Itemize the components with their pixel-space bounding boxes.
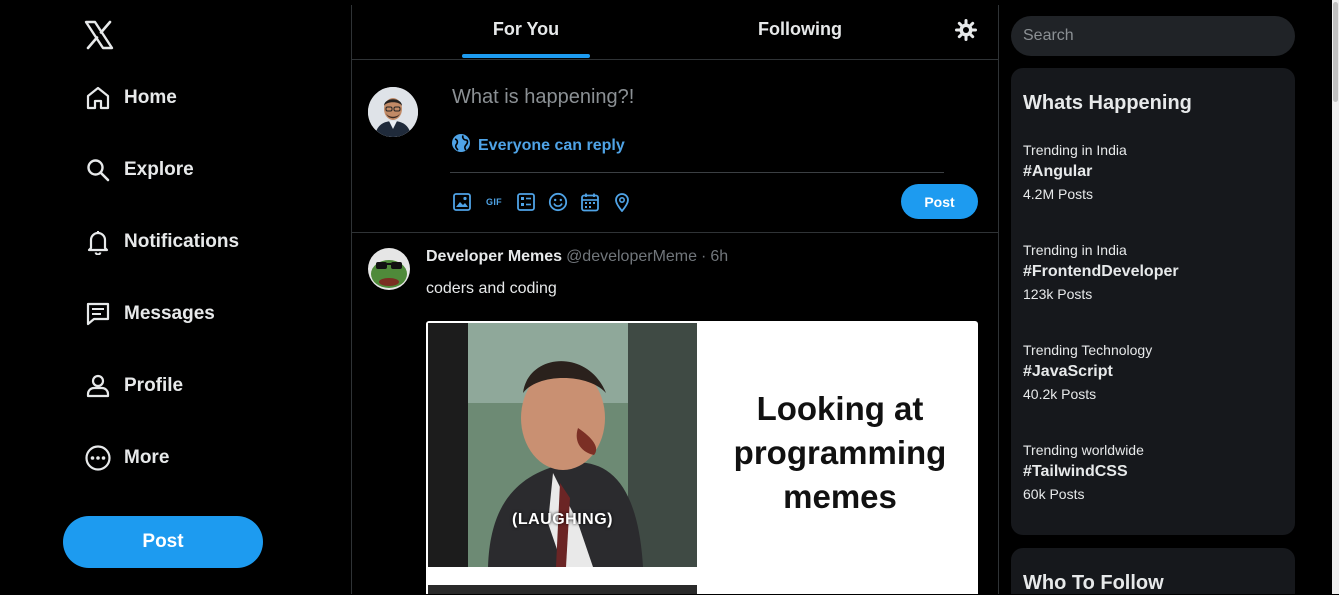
- main-feed: For You Following What is happening?! Ev…: [352, 0, 998, 594]
- sidebar-item-home[interactable]: Home: [84, 84, 177, 112]
- sidebar-item-profile[interactable]: Profile: [84, 372, 183, 400]
- sidebar-item-more[interactable]: More: [84, 444, 169, 472]
- x-logo-icon[interactable]: [84, 20, 114, 52]
- meme-overlay-text: (LAUGHING): [512, 511, 613, 528]
- compose-post-button[interactable]: Post: [901, 184, 978, 219]
- meme-photo: [428, 585, 697, 594]
- trend-context: Trending Technology: [1023, 342, 1153, 358]
- tab-following[interactable]: Following: [742, 0, 858, 58]
- divider: [352, 232, 998, 233]
- gear-icon[interactable]: [954, 18, 978, 42]
- tab-label: Following: [758, 18, 842, 39]
- image-icon[interactable]: [450, 190, 474, 214]
- trend-item[interactable]: Trending worldwide #TailwindCSS 60k Post…: [1023, 442, 1283, 502]
- tweet-avatar[interactable]: [368, 248, 410, 290]
- avatar[interactable]: [368, 87, 418, 137]
- tweet-timestamp[interactable]: 6h: [710, 248, 728, 265]
- scrollbar-thumb[interactable]: [1333, 2, 1338, 102]
- tweet-text: coders and coding: [426, 280, 557, 297]
- right-sidebar: Whats Happening Trending in India #Angul…: [999, 0, 1339, 594]
- emoji-icon[interactable]: [546, 190, 570, 214]
- sidebar-item-label: Profile: [124, 375, 184, 396]
- sidebar-item-messages[interactable]: Messages: [84, 300, 215, 328]
- globe-icon: [451, 133, 471, 158]
- location-icon[interactable]: [610, 190, 634, 214]
- meme-photo: (LAUGHING): [428, 323, 697, 567]
- trend-context: Trending in India: [1023, 142, 1127, 158]
- sidebar-item-label: Notifications: [124, 231, 240, 252]
- gif-icon[interactable]: GIF: [482, 190, 506, 214]
- tab-label: For You: [492, 18, 560, 39]
- who-to-follow-title: Who To Follow: [1023, 572, 1164, 594]
- trends-card: Whats Happening Trending in India #Angul…: [1011, 68, 1295, 535]
- tweet-author-handle[interactable]: @developerMeme: [566, 248, 697, 265]
- bell-icon: [84, 228, 112, 256]
- left-sidebar: Home Explore Notifications Messages Prof…: [0, 0, 351, 594]
- post-button[interactable]: Post: [63, 516, 263, 568]
- tweet-header: Developer Memes @developerMeme · 6h: [426, 248, 728, 266]
- tab-for-you[interactable]: For You: [462, 0, 590, 58]
- trend-tag: #FrontendDeveloper: [1023, 263, 1179, 280]
- sidebar-item-label: More: [124, 447, 170, 468]
- trend-context: Trending in India: [1023, 242, 1127, 258]
- scrollbar[interactable]: [1332, 0, 1339, 594]
- who-to-follow-card: Who To Follow: [1011, 548, 1295, 594]
- reply-setting-label: Everyone can reply: [478, 136, 625, 154]
- sidebar-item-label: Home: [124, 87, 177, 108]
- sidebar-item-label: Messages: [124, 303, 215, 324]
- trend-context: Trending worldwide: [1023, 442, 1144, 458]
- active-tab-indicator: [462, 54, 590, 58]
- divider: [450, 172, 944, 173]
- separator-dot: ·: [701, 248, 707, 265]
- person-icon: [84, 372, 112, 400]
- sidebar-item-notifications[interactable]: Notifications: [84, 228, 239, 256]
- trend-tag: #JavaScript: [1023, 363, 1113, 380]
- sidebar-item-label: Explore: [124, 159, 194, 180]
- tweet-media-image[interactable]: (LAUGHING) Looking at programming memes: [426, 321, 978, 594]
- trends-title: Whats Happening: [1023, 92, 1192, 114]
- more-circle-icon: [84, 444, 112, 472]
- sidebar-item-explore[interactable]: Explore: [84, 156, 194, 184]
- trend-tag: #Angular: [1023, 163, 1093, 180]
- home-icon: [84, 84, 112, 112]
- trend-item[interactable]: Trending in India #FrontendDeveloper 123…: [1023, 242, 1283, 302]
- trend-count: 4.2M Posts: [1023, 186, 1094, 202]
- trend-count: 40.2k Posts: [1023, 386, 1097, 402]
- search-icon: [84, 156, 112, 184]
- tweet-author-name[interactable]: Developer Memes: [426, 248, 562, 265]
- trend-count: 123k Posts: [1023, 286, 1093, 302]
- message-icon: [84, 300, 112, 328]
- trend-tag: #TailwindCSS: [1023, 463, 1128, 480]
- trend-item[interactable]: Trending in India #Angular 4.2M Posts: [1023, 142, 1283, 202]
- trend-count: 60k Posts: [1023, 486, 1085, 502]
- gif-label: GIF: [486, 197, 502, 207]
- compose-input[interactable]: [450, 80, 924, 114]
- search-input[interactable]: [1011, 16, 1295, 56]
- reply-setting-button[interactable]: Everyone can reply: [451, 133, 625, 158]
- schedule-icon[interactable]: [578, 190, 602, 214]
- divider: [352, 59, 998, 60]
- poll-icon[interactable]: [514, 190, 538, 214]
- trend-item[interactable]: Trending Technology #JavaScript 40.2k Po…: [1023, 342, 1283, 402]
- meme-caption: Looking at programming memes: [733, 390, 947, 515]
